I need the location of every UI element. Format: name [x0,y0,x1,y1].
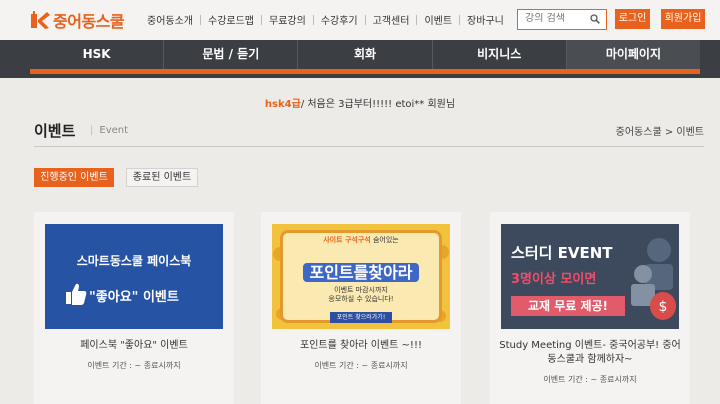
event-period: 이벤트 기간 : ~ 종료시까지 [87,361,181,370]
filter-active-events[interactable]: 진행중인 이벤트 [34,168,114,187]
banner-desc: 이벤트 마감시까지 응모하실 수 있습니다! [328,286,394,303]
event-banner-study[interactable]: $ 스터디 EVENT 3명이상 모이면 교재 무료 제공! [501,224,679,329]
join-button[interactable]: 회원가입 [661,9,705,29]
topnav-free-lectures[interactable]: 무료강의 [262,12,313,27]
topnav-reviews[interactable]: 수강후기 [314,12,365,27]
banner-badge: 교재 무료 제공! [511,296,625,316]
nav-accent-bar [30,69,700,74]
search-input[interactable] [525,13,585,24]
event-card-study[interactable]: $ 스터디 EVENT 3명이상 모이면 교재 무료 제공! Study Mee… [490,212,690,404]
event-card-facebook[interactable]: 스마트동스쿨 페이스북 "좋아요" 이벤트 페이스북 "좋아요" 이벤트 이벤트… [34,212,234,404]
search-icon[interactable] [590,14,600,24]
event-title[interactable]: 포인트를 찾아라 이벤트 ~!!! [267,339,455,353]
page-subtitle-text: Event [99,125,129,136]
top-nav: 중어동소개 수강로드맵 무료강의 수강후기 고객센터 이벤트 장바구니 [140,12,511,27]
banner-line: "좋아요" 이벤트 [89,290,179,305]
banner-line: 스터디 EVENT [511,244,613,262]
logo-mark-icon [31,11,50,29]
find-points-button[interactable]: 포인트 찾으러가기! [330,312,392,323]
event-banner-points[interactable]: 사이트 구석구석 숨어있는 포인트를찾아라 이벤트 마감시까지 응모하실 수 있습… [272,224,450,329]
event-period: 이벤트 기간 : ~ 종료시까지 [314,361,408,370]
divider [34,146,704,147]
thumbs-up-icon [66,283,87,305]
logo[interactable]: 중어동스쿨 [30,9,125,31]
tab-mypage[interactable]: 마이페이지 [565,40,701,69]
page-subtitle: | Event [90,125,129,136]
breadcrumb[interactable]: 중어동스쿨 > 이벤트 [616,123,704,138]
event-period: 이벤트 기간 : ~ 종료시까지 [543,375,637,384]
tab-business[interactable]: 비지니스 [431,40,566,69]
people-illustration: $ [631,238,676,320]
top-header: 중어동스쿨 중어동소개 수강로드맵 무료강의 수강후기 고객센터 이벤트 장바구… [0,0,720,40]
main-nav: HSK 문법 / 듣기 회화 비지니스 마이페이지 [0,40,720,78]
event-banner-facebook[interactable]: 스마트동스쿨 페이스북 "좋아요" 이벤트 [45,224,223,329]
event-title[interactable]: 페이스북 "좋아요" 이벤트 [40,339,228,353]
tab-grammar-listening[interactable]: 문법 / 듣기 [163,40,297,69]
logo-text: 중어동스쿨 [53,12,125,31]
topnav-events[interactable]: 이벤트 [417,12,459,27]
event-title[interactable]: Study Meeting 이벤트- 중국어공부! 중어동스쿨과 함께하자~ [496,339,684,367]
member-notice: hsk4급/ 처음은 3급부터!!!!! etoi** 회원님 [0,95,720,110]
banner-line: 스마트동스쿨 페이스북 [76,254,192,268]
page-header: 이벤트 | Event 중어동스쿨 > 이벤트 [34,118,704,142]
page-title: 이벤트 [34,122,76,140]
tab-hsk[interactable]: HSK [30,40,163,69]
topnav-cart[interactable]: 장바구니 [460,12,511,27]
filter-ended-events[interactable]: 종료된 이벤트 [126,168,198,187]
topnav-support[interactable]: 고객센터 [366,12,417,27]
notice-text: / 처음은 3급부터!!!!! etoi** 회원님 [300,99,456,110]
svg-text:$: $ [659,299,668,315]
notice-highlight: hsk4급 [264,99,301,110]
search-box [517,9,607,30]
login-button[interactable]: 로그인 [615,9,650,29]
topnav-about[interactable]: 중어동소개 [140,12,200,27]
banner-line: 3명이상 모이면 [511,272,597,287]
tab-conversation[interactable]: 회화 [297,40,431,69]
topnav-roadmap[interactable]: 수강로드맵 [201,12,261,27]
event-card-points[interactable]: 사이트 구석구석 숨어있는 포인트를찾아라 이벤트 마감시까지 응모하실 수 있습… [261,212,461,404]
banner-headline: 포인트를찾아라 [272,259,450,283]
banner-line: 사이트 구석구석 숨어있는 [323,236,399,244]
